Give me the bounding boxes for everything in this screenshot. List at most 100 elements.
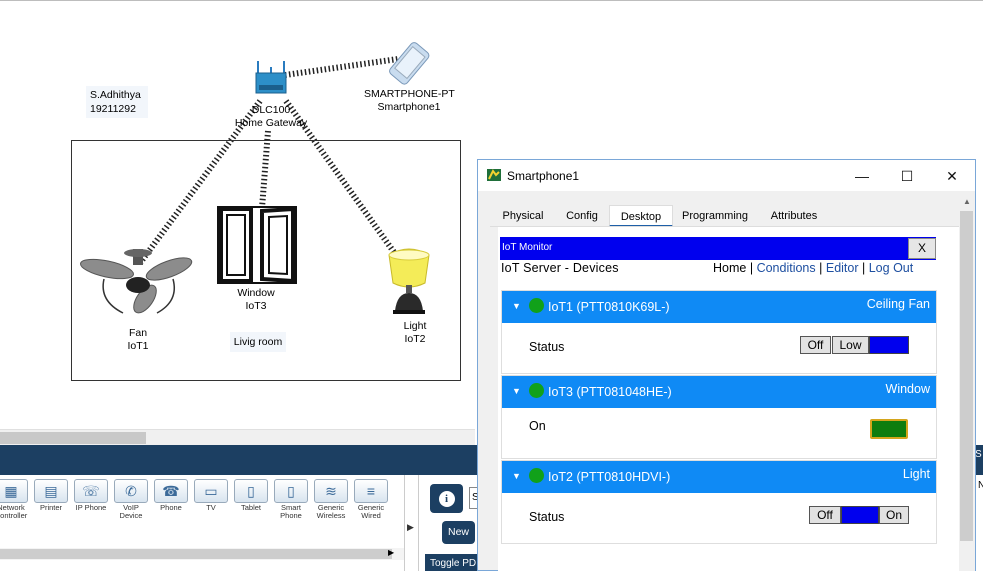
fan-low-button[interactable]: Low [832,336,869,354]
palette-scrollbar[interactable] [0,548,404,560]
status-label: Status [529,340,565,354]
author-note[interactable]: S.Adhithya 19211292 [86,86,148,118]
window-label: Window IoT3 [237,287,275,312]
device-card-body: Status Off Low [502,323,936,373]
smartphone-icon[interactable] [382,42,438,89]
tablet-icon: ▯ [234,479,268,503]
collapse-caret-icon[interactable]: ▼ [512,301,521,311]
ceiling-fan-icon[interactable] [79,249,195,324]
panel-expand-icon[interactable]: ▶ [407,522,414,533]
iot-monitor-bar: IoT Monitor [500,237,936,260]
workspace-horizontal-scrollbar[interactable] [0,429,475,445]
on-label: On [529,419,546,433]
window-vertical-scrollbar[interactable]: ▲ [959,195,975,571]
room-label[interactable]: Livig room [230,332,286,352]
minimize-icon[interactable]: — [839,165,885,187]
server-title: IoT Server - Devices [501,261,619,275]
packet-tracer-app: S.Adhithya 19211292 DLC100 Home Gateway [0,0,983,571]
edge-text: N [978,480,983,491]
author-name: S.Adhithya [90,89,141,101]
collapse-caret-icon[interactable]: ▼ [512,471,521,481]
palette-item-label: TV [206,503,216,512]
device-name: IoT2 (PTT0810HDVI-) [548,470,671,484]
palette-item-label: Wireless [316,511,346,520]
device-name: IoT1 (PTT0810K69L-) [548,300,670,314]
window-titlebar[interactable]: Smartphone1 — ☐ ✕ [478,160,975,191]
lamp-icon[interactable] [383,247,435,320]
palette-item-label: Phone [160,503,182,512]
author-id: 19211292 [90,103,136,115]
light-on-button[interactable]: On [879,506,909,524]
nav-conditions-link[interactable]: Conditions [757,261,816,275]
light-dim-slot[interactable] [841,506,879,524]
fan-high-slot[interactable] [869,336,909,354]
window-title: Smartphone1 [507,169,580,183]
generic-wired-icon: ≡ [354,479,388,503]
palette-item-tablet[interactable]: ▯ Tablet [234,479,268,512]
nav-separator: | [749,261,754,275]
collapse-caret-icon[interactable]: ▼ [512,386,521,396]
device-card-fan: ▼ IoT1 (PTT0810K69L-) Ceiling Fan Status… [501,290,937,374]
device-card-header[interactable]: ▼ IoT1 (PTT0810K69L-) Ceiling Fan [502,291,936,323]
light-off-button[interactable]: Off [809,506,841,524]
device-card-body: Status Off On [502,493,936,543]
palette-item-label: Phone [280,511,302,520]
device-card-header[interactable]: ▼ IoT3 (PTT081048HE-) Window [502,376,936,408]
tab-attributes[interactable]: Attributes [756,205,832,227]
palette-item-generic-wireless[interactable]: ≋ Generic Wireless [314,479,348,520]
smartphone-label: SMARTPHONE-PT Smartphone1 [364,88,455,113]
nav-editor-link[interactable]: Editor [826,261,859,275]
ip-phone-icon: ☏ [74,479,108,503]
tab-config[interactable]: Config [556,205,608,227]
light-label: Light IoT2 [403,320,427,345]
device-card-window: ▼ IoT3 (PTT081048HE-) Window On [501,375,937,459]
nav-home-link[interactable]: Home [713,261,746,275]
status-dot-icon [529,468,544,483]
maximize-icon[interactable]: ☐ [884,165,930,187]
status-dot-icon [529,298,544,313]
home-gateway-icon[interactable] [254,59,288,104]
info-button[interactable]: i [430,484,463,513]
workspace-scroll-thumb[interactable] [0,432,146,444]
palette-item-label: Wired [361,511,381,520]
toggle-pdu-button[interactable]: Toggle PD [425,554,477,571]
smartphone-window: Smartphone1 — ☐ ✕ Physical Config Deskto… [477,159,976,571]
status-dot-icon [529,383,544,398]
tab-desktop[interactable]: Desktop [609,205,673,227]
palette-item-ip-phone[interactable]: ☏ IP Phone [74,479,108,512]
palette-item-phone[interactable]: ☎ Phone [154,479,188,512]
nav-logout-link[interactable]: Log Out [869,261,913,275]
palette-item-voip-device[interactable]: ✆ VoIP Device [114,479,148,520]
voip-device-icon: ✆ [114,479,148,503]
phone-icon: ☎ [154,479,188,503]
gateway-label: DLC100 Home Gateway [234,104,308,129]
edge-panel-tab[interactable]: S [975,449,983,475]
palette-item-printer[interactable]: ▤ Printer [34,479,68,512]
tab-programming[interactable]: Programming [674,205,756,227]
window-scroll-thumb[interactable] [960,211,973,541]
device-type: Light [902,467,930,481]
new-scenario-button[interactable]: New [442,521,475,544]
nav-separator: | [862,261,866,275]
status-label: Status [529,510,565,524]
palette-scroll-right-icon[interactable]: ▶ [388,548,394,557]
palette-item-network-controller[interactable]: ▦NetworkController [0,479,28,520]
palette-item-label: IP Phone [75,503,107,512]
printer-icon: ▤ [34,479,68,503]
scroll-up-icon[interactable]: ▲ [963,197,971,206]
device-card-header[interactable]: ▼ IoT2 (PTT0810HDVI-) Light [502,461,936,493]
iot-monitor-close-button[interactable]: X [908,238,936,259]
fan-off-button[interactable]: Off [800,336,831,354]
palette-item-label: Device [119,511,143,520]
palette-item-smart-phone[interactable]: ▯ Smart Phone [274,479,308,520]
close-icon[interactable]: ✕ [929,165,975,187]
info-icon: i [438,490,455,507]
palette-scroll-thumb[interactable] [0,549,392,559]
palette-item-generic-wired[interactable]: ≡ Generic Wired [354,479,388,520]
tab-physical[interactable]: Physical [490,205,556,227]
palette-item-tv[interactable]: ▭ TV [194,479,228,512]
network-controller-icon: ▦ [0,479,28,503]
palette-item-label: Controller [0,511,28,520]
window-icon[interactable] [217,205,299,288]
iot-monitor-content: IoT Monitor X IoT Server - Devices Home … [498,227,960,571]
